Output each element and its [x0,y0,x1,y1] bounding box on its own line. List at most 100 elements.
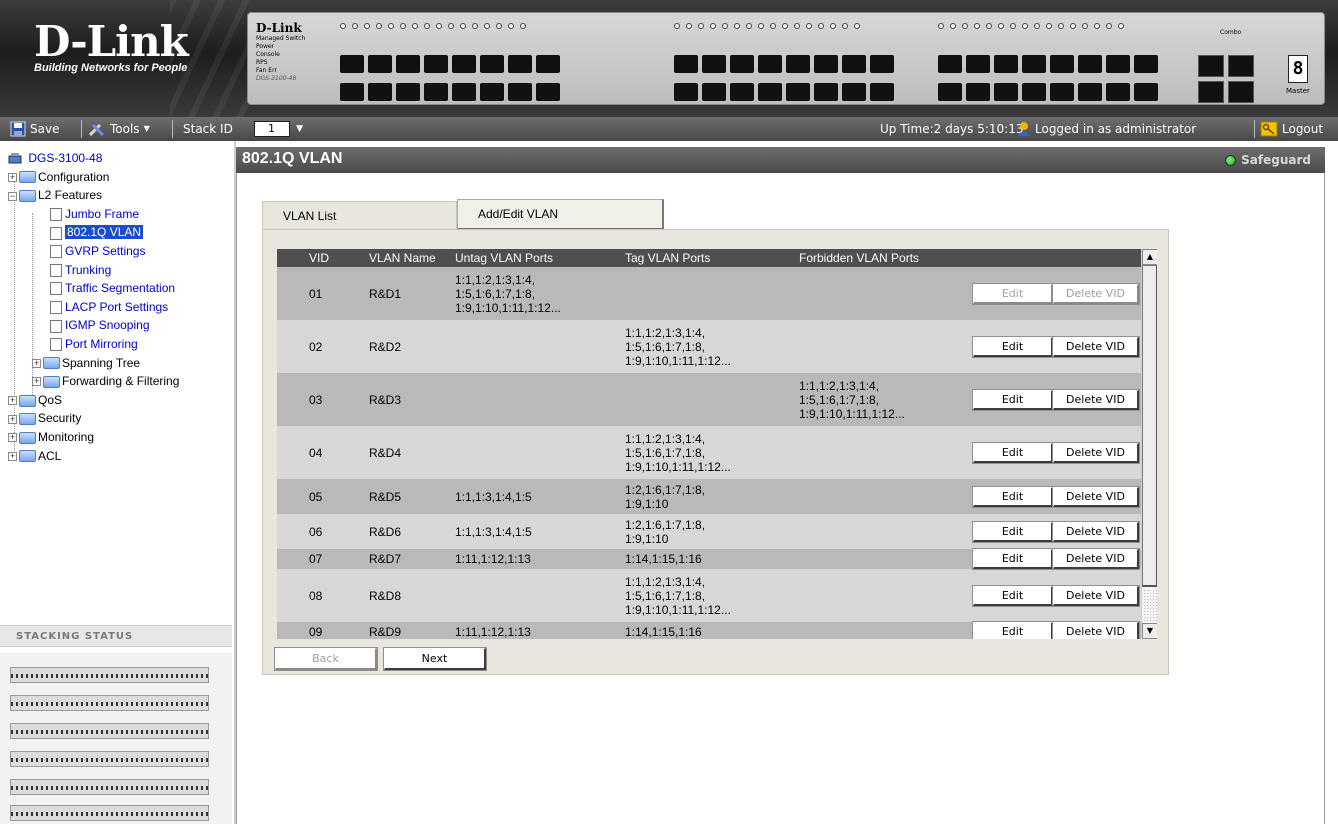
untag-ports-cell [452,426,625,479]
vlan-name-cell: R&D6 [369,514,452,549]
port-list-line: 1:5,1:6,1:7,1:8, [625,588,706,603]
tree-l2-features[interactable]: − L2 Features [8,186,234,205]
stack-id-label: Stack ID [183,122,233,136]
tree-forwarding-filtering[interactable]: + Forwarding & Filtering [8,372,234,391]
master-label: Master [1286,87,1310,95]
next-button[interactable]: Next [383,647,487,671]
delete-vid-button[interactable]: Delete VID [1052,335,1140,358]
sidebar-item-trunking[interactable]: Trunking [8,261,234,280]
expand-icon[interactable]: + [32,358,41,368]
trunking-link[interactable]: Trunking [65,263,111,277]
vlan-name-cell: R&D2 [369,320,452,373]
save-label: Save [30,122,60,136]
page-icon [50,263,62,277]
edit-button[interactable]: Edit [972,621,1054,639]
tag-ports-cell: 1:14,1:15,1:16 [625,622,799,639]
traffic-segmentation-link[interactable]: Traffic Segmentation [65,281,175,295]
port-group-2 [674,23,894,103]
edit-button[interactable]: Edit [972,584,1054,607]
delete-vid-button[interactable]: Delete VID [1052,485,1140,508]
expand-icon[interactable]: + [8,433,17,443]
table-scrollbar[interactable]: ▲ ▼ [1141,249,1157,639]
save-button[interactable]: Save [10,121,59,137]
delete-vid-button[interactable]: Delete VID [1052,282,1140,305]
tree-acl[interactable]: + ACL [8,447,234,466]
chevron-down-icon: ▼ [296,124,303,134]
sidebar-item-8021q-vlan[interactable]: 802.1Q VLAN [8,223,234,242]
stack-id-select[interactable]: 1 ▼ [254,121,303,137]
expand-icon[interactable]: + [8,396,17,406]
collapse-icon[interactable]: − [8,191,17,201]
igmp-snooping-link[interactable]: IGMP Snooping [65,318,150,332]
scrollbar-thumb[interactable] [1142,265,1157,587]
edit-button[interactable]: Edit [972,485,1054,508]
edit-button[interactable]: Edit [972,388,1054,411]
page-icon [50,301,62,315]
sidebar-item-gvrp-settings[interactable]: GVRP Settings [8,242,234,261]
stack-unit-4[interactable] [10,751,209,767]
tab-vlan-list[interactable]: VLAN List [262,201,457,229]
switch-line-managed: Managed Switch [256,35,306,42]
lacp-port-settings-link[interactable]: LACP Port Settings [65,300,168,314]
delete-cell: Delete VID [1052,373,1141,426]
tools-menu[interactable]: Tools ▼ [88,121,150,137]
edit-button[interactable]: Edit [972,335,1054,358]
port-list-line: 1:9,1:10,1:11,1:12... [455,300,561,315]
expand-icon[interactable]: + [8,451,17,461]
scroll-up-icon[interactable]: ▲ [1142,249,1157,265]
port-list-line: 1:5,1:6,1:7,1:8, [455,286,536,301]
table-row: 02 R&D2 1:1,1:2,1:3,1:4, 1:5,1:6,1:7,1:8, 1:… [277,320,1141,373]
sidebar-item-igmp-snooping[interactable]: IGMP Snooping [8,316,234,335]
edit-button[interactable]: Edit [972,282,1054,305]
back-button[interactable]: Back [274,647,378,671]
tree-security[interactable]: + Security [8,409,234,428]
expand-icon[interactable]: + [32,377,41,387]
port-list-line: 1:9,1:10,1:11,1:12... [625,602,731,617]
gvrp-settings-link[interactable]: GVRP Settings [65,244,145,258]
sidebar-item-lacp-port-settings[interactable]: LACP Port Settings [8,298,234,317]
expand-icon[interactable]: + [8,414,17,424]
edit-button[interactable]: Edit [972,520,1054,543]
delete-vid-button[interactable]: Delete VID [1052,388,1140,411]
stack-unit-3[interactable] [10,723,209,739]
delete-vid-button[interactable]: Delete VID [1052,621,1140,639]
jumbo-frame-link[interactable]: Jumbo Frame [65,207,139,221]
sidebar-item-port-mirroring[interactable]: Port Mirroring [8,335,234,354]
delete-vid-button[interactable]: Delete VID [1052,548,1140,570]
table-row: 06 R&D6 1:1,1:3,1:4,1:5 1:2,1:6,1:7,1:8, 1:9… [277,514,1141,549]
scrollbar-track[interactable] [1143,589,1157,623]
tab-add-edit-vlan[interactable]: Add/Edit VLAN [457,199,664,229]
page-title-bar: 802.1Q VLAN Safeguard [236,147,1325,173]
tools-icon [88,123,105,137]
stack-unit-1[interactable] [10,667,209,683]
configuration-label: Configuration [38,169,110,184]
folder-icon [43,357,60,370]
expand-icon[interactable]: + [8,172,17,182]
tree-monitoring[interactable]: + Monitoring [8,428,234,447]
delete-vid-button[interactable]: Delete VID [1052,520,1140,543]
delete-cell: Delete VID [1052,479,1141,514]
scroll-down-icon[interactable]: ▼ [1142,623,1157,639]
8021q-vlan-link[interactable]: 802.1Q VLAN [65,225,144,240]
col-vid: VID [277,249,369,267]
table-row: 09 R&D9 1:11,1:12,1:13 1:14,1:15,1:16 Edit De… [277,621,1141,639]
logout-button[interactable]: Logout [1260,121,1323,137]
stack-unit-6[interactable] [10,805,209,821]
tree-configuration[interactable]: + Configuration [8,168,234,187]
edit-button[interactable]: Edit [972,548,1054,570]
page-icon [50,282,62,296]
stack-unit-5[interactable] [10,779,209,795]
stack-unit-2[interactable] [10,695,209,711]
sidebar-item-traffic-segmentation[interactable]: Traffic Segmentation [8,279,234,298]
page-icon [50,338,62,352]
port-mirroring-link[interactable]: Port Mirroring [65,337,138,351]
sidebar-item-jumbo-frame[interactable]: Jumbo Frame [8,205,234,224]
tree-root[interactable]: DGS-3100-48 [8,149,234,168]
tag-ports-cell: 1:1,1:2,1:3,1:4, 1:5,1:6,1:7,1:8, 1:9,1:10… [625,426,799,479]
tree-spanning-tree[interactable]: + Spanning Tree [8,354,234,373]
tree-qos[interactable]: + QoS [8,391,234,410]
delete-vid-button[interactable]: Delete VID [1052,584,1140,607]
edit-button[interactable]: Edit [972,441,1054,464]
delete-vid-button[interactable]: Delete VID [1052,441,1140,464]
vid-cell: 02 [277,320,369,373]
